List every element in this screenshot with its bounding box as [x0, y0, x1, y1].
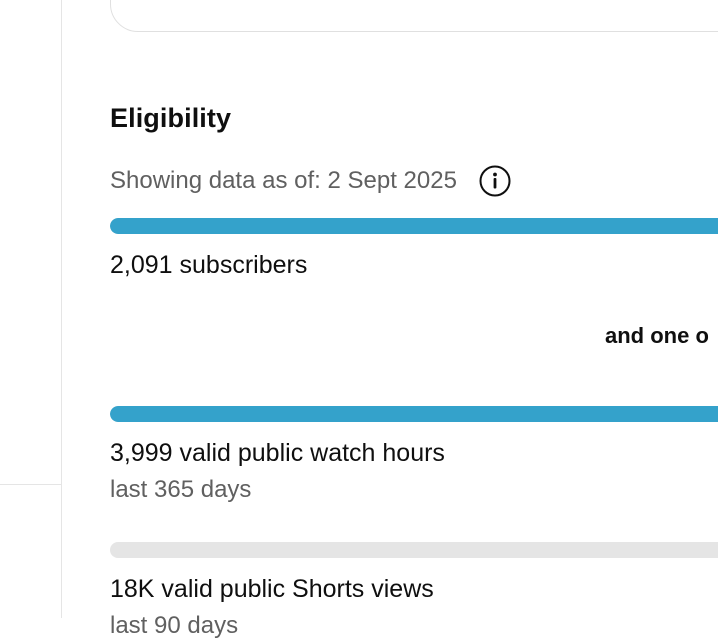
- and-one-of-label: and one o: [605, 323, 709, 348]
- watch-hours-metric: 3,999 valid public watch hours: [110, 439, 445, 467]
- left-navigation-rail: [0, 0, 62, 618]
- eligibility-title: Eligibility: [110, 103, 232, 133]
- shorts-views-metric: 18K valid public Shorts views: [110, 575, 434, 603]
- watch-hours-period: last 365 days: [110, 476, 252, 503]
- data-as-of-row: Showing data as of: 2 Sept 2025: [110, 164, 511, 198]
- data-as-of-text: Showing data as of: 2 Sept 2025: [110, 167, 457, 194]
- subscribers-progress-bar: [110, 218, 718, 234]
- previous-section-card: [110, 0, 718, 32]
- watch-hours-progress-fill: [110, 406, 718, 422]
- subscribers-metric: 2,091 subscribers: [110, 251, 308, 279]
- subscribers-progress-fill: [110, 218, 718, 234]
- info-icon[interactable]: [479, 165, 511, 197]
- watch-hours-progress-bar: [110, 406, 718, 422]
- shorts-views-progress-bar: [110, 542, 718, 558]
- shorts-views-period: last 90 days: [110, 612, 239, 639]
- left-rail-divider: [0, 484, 61, 485]
